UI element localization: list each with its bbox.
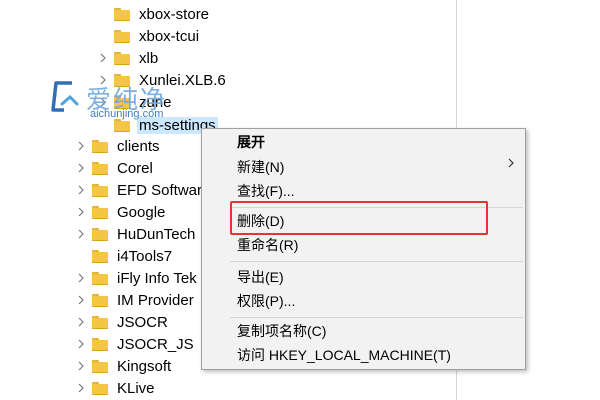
tree-item-corel[interactable]: Corel [74,157,155,179]
folder-icon [92,160,108,176]
menu-item-permissions[interactable]: 权限(P)... [237,290,295,312]
tree-item-label: IM Provider [117,291,194,309]
chevron-right-icon[interactable] [74,179,88,201]
menu-item-export[interactable]: 导出(E) [237,266,284,288]
tree-item-label: JSOCR [117,313,168,331]
folder-icon [114,6,130,22]
tree-item-label: xbox-tcui [139,27,200,45]
tree-item-im-provider[interactable]: IM Provider [74,289,196,311]
folder-icon [92,336,108,352]
tree-item-label: xlb [139,49,159,67]
tree-item-label: clients [117,137,160,155]
chevron-right-icon[interactable] [74,333,88,355]
watermark-url: aichunjing.com [90,108,164,120]
tree-item-xlb[interactable]: xlb [96,47,160,69]
folder-icon [92,358,108,374]
folder-icon [92,248,108,264]
watermark: 爱纯净 aichunjing.com [50,78,210,122]
menu-separator [230,261,523,262]
tree-item-label: iFly Info Tek [117,269,197,287]
chevron-right-icon[interactable] [74,311,88,333]
watermark-logo-icon [51,81,79,112]
tree-item-jsocr[interactable]: JSOCR [74,311,170,333]
tree-item-google[interactable]: Google [74,201,167,223]
chevron-right-icon [96,25,110,47]
menu-item-goto-hklm[interactable]: 访问 HKEY_LOCAL_MACHINE(T) [237,344,451,366]
tree-item-kingsoft[interactable]: Kingsoft [74,355,173,377]
tree-item-ifly[interactable]: iFly Info Tek [74,267,199,289]
tree-item-clients[interactable]: clients [74,135,162,157]
tree-item-label: Google [117,203,166,221]
chevron-right-icon[interactable] [74,135,88,157]
menu-item-expand[interactable]: 展开 [237,131,265,153]
chevron-right-icon[interactable] [74,355,88,377]
tree-item-label: Corel [117,159,153,177]
tree-item-label: i4Tools7 [117,247,173,265]
chevron-right-icon[interactable] [96,47,110,69]
tree-item-i4tools7[interactable]: i4Tools7 [74,245,174,267]
folder-icon [114,28,130,44]
folder-icon [92,182,108,198]
folder-icon [92,138,108,154]
chevron-right-icon[interactable] [74,223,88,245]
tree-item-hudun[interactable]: HuDunTech [74,223,197,245]
tree-item-label: KLive [117,379,155,397]
menu-separator [230,317,523,318]
folder-icon [92,226,108,242]
delete-highlight-box [230,201,488,235]
chevron-right-icon[interactable] [74,289,88,311]
menu-item-rename[interactable]: 重命名(R) [237,234,298,256]
tree-item-label: xbox-store [139,5,210,23]
chevron-right-icon[interactable] [74,377,88,399]
context-menu: 展开 新建(N) 查找(F)... 删除(D) 重命名(R) 导出(E) 权限(… [201,128,526,370]
tree-item-label: Kingsoft [117,357,172,375]
chevron-right-icon[interactable] [74,157,88,179]
folder-icon [92,292,108,308]
tree-item-efd-software[interactable]: EFD Softwar [74,179,204,201]
folder-icon [92,204,108,220]
menu-item-copy-key-name[interactable]: 复制项名称(C) [237,320,326,342]
menu-item-find[interactable]: 查找(F)... [237,180,295,202]
folder-icon [114,50,130,66]
tree-item-xbox-tcui[interactable]: xbox-tcui [96,25,201,47]
tree-item-jsocr-js[interactable]: JSOCR_JS [74,333,196,355]
tree-item-label: EFD Softwar [117,181,203,199]
chevron-right-icon[interactable] [74,201,88,223]
chevron-right-icon [96,3,110,25]
tree-item-xbox-store[interactable]: xbox-store [96,3,211,25]
tree-item-klive[interactable]: KLive [74,377,157,399]
folder-icon [92,380,108,396]
submenu-arrow-icon [508,158,514,168]
chevron-right-icon[interactable] [74,267,88,289]
menu-item-new[interactable]: 新建(N) [237,156,284,178]
chevron-right-icon [74,245,88,267]
folder-icon [92,314,108,330]
tree-item-label: JSOCR_JS [117,335,194,353]
tree-item-label: HuDunTech [117,225,196,243]
folder-icon [92,270,108,286]
